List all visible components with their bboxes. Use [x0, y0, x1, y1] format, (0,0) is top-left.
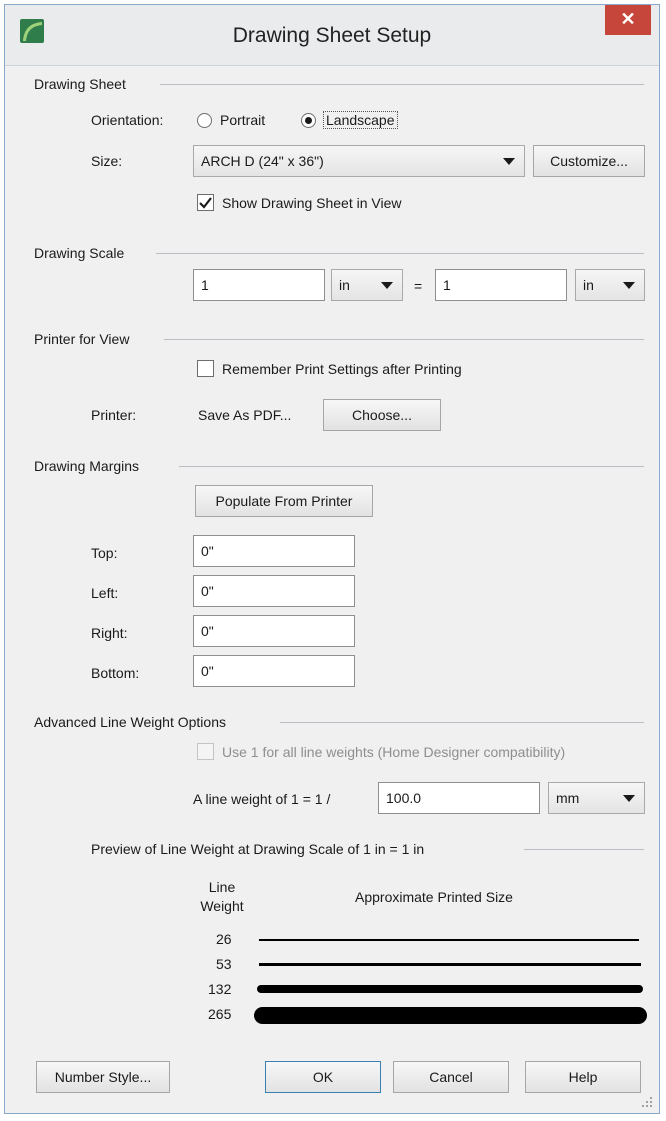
checkmark-icon [199, 197, 212, 209]
drawing-margins-heading: Drawing Margins [34, 458, 140, 474]
size-select-value: ARCH D (24" x 36") [201, 153, 324, 169]
help-button[interactable]: Help [525, 1061, 641, 1093]
weight-value-53: 53 [216, 956, 232, 972]
drawing-sheet-divider [160, 84, 644, 85]
line-weight-column-header-top: Line [208, 879, 236, 895]
weight-value-132: 132 [208, 981, 232, 997]
weight-preview-line-26 [259, 939, 639, 941]
scale-left-unit-select[interactable]: in [331, 269, 403, 301]
margin-left-label: Left: [91, 585, 119, 601]
weight-preview-line-265 [254, 1007, 647, 1024]
landscape-radio[interactable] [301, 113, 316, 128]
use-one-for-all-label: Use 1 for all line weights (Home Designe… [222, 744, 566, 760]
drawing-sheet-heading: Drawing Sheet [34, 76, 126, 92]
weight-preview-line-132 [257, 985, 643, 993]
chevron-down-icon [623, 795, 635, 802]
weight-value-265: 265 [208, 1006, 232, 1022]
line-weight-unit-select[interactable]: mm [548, 782, 645, 814]
scale-right-unit-select[interactable]: in [575, 269, 645, 301]
margin-bottom-label: Bottom: [91, 665, 140, 681]
customize-button[interactable]: Customize... [533, 145, 645, 177]
close-button[interactable]: ✕ [605, 5, 651, 35]
drawing-scale-divider [156, 253, 644, 254]
size-label: Size: [91, 153, 123, 169]
populate-from-printer-button[interactable]: Populate From Printer [195, 485, 373, 517]
line-weight-input[interactable]: 100.0 [378, 782, 540, 814]
printer-for-view-divider [164, 339, 644, 340]
resize-grip-icon[interactable] [641, 1095, 653, 1107]
orientation-label: Orientation: [91, 112, 164, 128]
preview-divider [524, 849, 644, 850]
margin-top-input[interactable]: 0" [193, 535, 355, 567]
line-weight-unit-value: mm [556, 790, 580, 806]
size-select[interactable]: ARCH D (24" x 36") [193, 145, 525, 177]
line-weight-label: A line weight of 1 = 1 / [193, 791, 331, 807]
number-style-button[interactable]: Number Style... [36, 1061, 170, 1093]
drawing-scale-heading: Drawing Scale [34, 245, 125, 261]
drawing-margins-divider [179, 466, 644, 467]
equals-sign: = [414, 278, 423, 294]
preview-heading: Preview of Line Weight at Drawing Scale … [91, 841, 425, 857]
portrait-label[interactable]: Portrait [220, 112, 265, 128]
close-icon: ✕ [620, 9, 636, 29]
dialog-window: Drawing Sheet Setup ✕ Drawing Sheet Orie… [4, 4, 660, 1114]
chevron-down-icon [503, 158, 515, 165]
margin-bottom-input[interactable]: 0" [193, 655, 355, 687]
remember-settings-checkbox[interactable] [197, 360, 214, 377]
show-sheet-checkbox[interactable] [197, 194, 214, 211]
use-one-for-all-checkbox[interactable] [197, 743, 214, 760]
margin-right-input[interactable]: 0" [193, 615, 355, 647]
cancel-button[interactable]: Cancel [393, 1061, 509, 1093]
margin-top-label: Top: [91, 545, 118, 561]
printer-label: Printer: [91, 407, 137, 423]
advanced-line-weight-divider [280, 722, 644, 723]
chevron-down-icon [623, 282, 635, 289]
weight-value-26: 26 [216, 931, 232, 947]
scale-right-unit-value: in [583, 277, 594, 293]
margin-left-input[interactable]: 0" [193, 575, 355, 607]
printed-size-column-header: Approximate Printed Size [355, 889, 513, 905]
scale-left-unit-value: in [339, 277, 350, 293]
advanced-line-weight-heading: Advanced Line Weight Options [34, 714, 226, 730]
title-bar[interactable]: Drawing Sheet Setup ✕ [5, 5, 659, 66]
chevron-down-icon [381, 282, 393, 289]
landscape-label[interactable]: Landscape [323, 111, 398, 129]
choose-printer-button[interactable]: Choose... [323, 399, 441, 431]
printer-value: Save As PDF... [198, 407, 292, 423]
portrait-radio[interactable] [197, 113, 212, 128]
dialog-title: Drawing Sheet Setup [232, 24, 432, 47]
line-weight-column-header-bottom: Weight [200, 898, 244, 914]
remember-settings-label[interactable]: Remember Print Settings after Printing [222, 361, 462, 377]
margin-right-label: Right: [91, 625, 128, 641]
show-sheet-label[interactable]: Show Drawing Sheet in View [222, 195, 402, 211]
scale-right-input[interactable]: 1 [435, 269, 567, 301]
scale-left-input[interactable]: 1 [193, 269, 325, 301]
ok-button[interactable]: OK [265, 1061, 381, 1093]
weight-preview-line-53 [259, 963, 641, 966]
printer-for-view-heading: Printer for View [34, 331, 130, 347]
